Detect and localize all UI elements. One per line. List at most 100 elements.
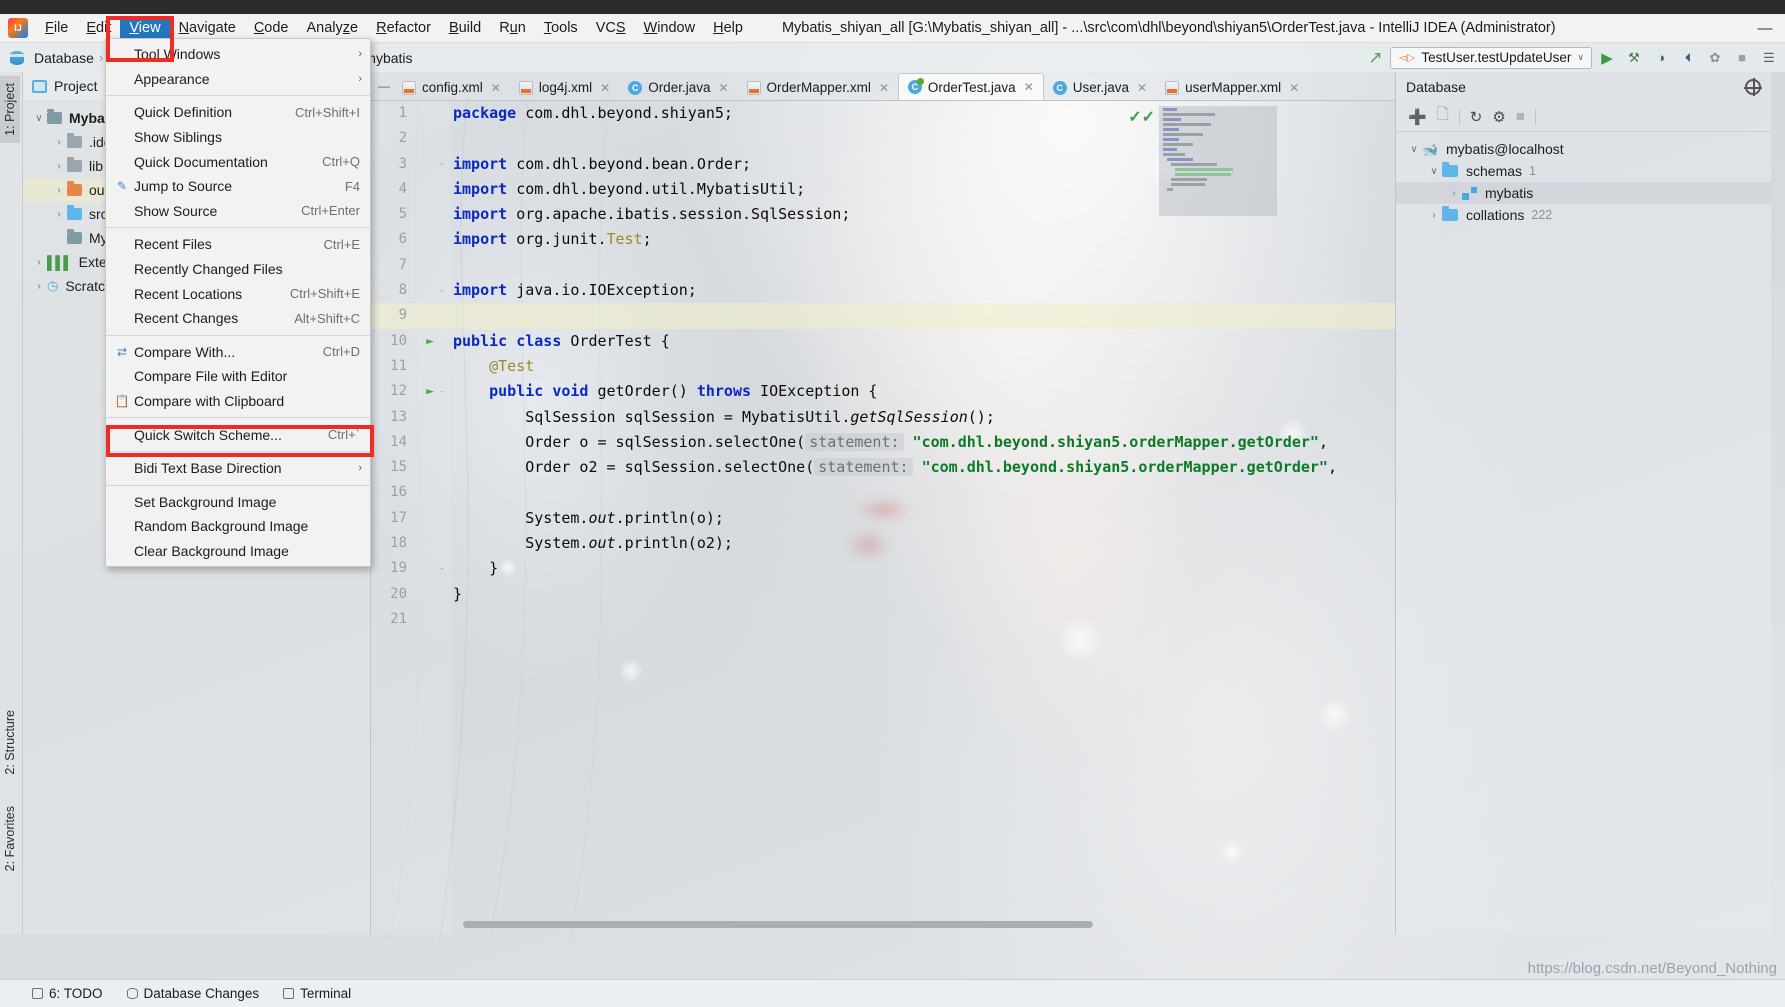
menu-tools[interactable]: Tools — [535, 17, 587, 39]
refresh-icon[interactable]: ↻ — [1470, 108, 1483, 126]
tab-config-xml[interactable]: config.xml ✕ — [393, 75, 510, 100]
chevron-right-icon[interactable]: › — [51, 185, 67, 196]
tab-ordermapper-xml[interactable]: OrderMapper.xml ✕ — [738, 75, 898, 100]
db-node-schemas[interactable]: ∨ schemas 1 — [1396, 160, 1771, 182]
debug-button[interactable]: ⚒ — [1622, 46, 1646, 70]
code-editor[interactable]: 1 package com.dhl.beyond.shiyan5; 2 3 import… — [371, 101, 1395, 934]
statusbar-database-changes[interactable]: Database Changes — [126, 986, 259, 1001]
code-line[interactable]: 16 — [371, 480, 1395, 505]
tab-order-java[interactable]: C Order.java ✕ — [619, 75, 737, 100]
menu-analyze[interactable]: Analyze — [298, 17, 368, 39]
menu-item-compare-with-clipboard[interactable]: 📋 Compare with Clipboard — [106, 389, 370, 414]
tab-ordertest-java[interactable]: C OrderTest.java ✕ — [897, 73, 1044, 100]
menu-item-recently-changed-files[interactable]: Recently Changed Files — [106, 257, 370, 282]
code-fold-icon[interactable]: - — [437, 159, 447, 169]
chevron-down-icon[interactable]: ∨ — [31, 113, 47, 124]
menu-build[interactable]: Build — [440, 17, 490, 39]
menu-item-quick-documentation[interactable]: Quick Documentation Ctrl+Q — [106, 149, 370, 174]
code-line[interactable]: 12 ► public void getOrder() throws IOExce… — [371, 379, 1395, 404]
close-icon[interactable]: ✕ — [1024, 80, 1034, 94]
code-line[interactable]: 20} — [371, 582, 1395, 607]
menu-item-appearance[interactable]: Appearance › — [106, 67, 370, 92]
close-icon[interactable]: ✕ — [1289, 81, 1299, 95]
code-line[interactable]: 15 Order o2 = sqlSession.selectOne(state… — [371, 455, 1395, 480]
breadcrumb-database[interactable]: Database › — [30, 50, 112, 66]
menu-item-recent-changes[interactable]: Recent Changes Alt+Shift+C — [106, 306, 370, 331]
minimize-button[interactable]: — — [1751, 17, 1779, 41]
tool-button-favorites[interactable]: 2: Favorites — [0, 799, 20, 878]
menu-item-show-source[interactable]: Show Source Ctrl+Enter — [106, 199, 370, 224]
db-node-connection[interactable]: ∨ 🐋 mybatis@localhost — [1396, 138, 1771, 160]
menu-refactor[interactable]: Refactor — [367, 17, 440, 39]
code-line[interactable]: 17 System.out.println(o); — [371, 506, 1395, 531]
chevron-right-icon[interactable]: › — [31, 281, 47, 292]
menu-run[interactable]: Run — [490, 17, 535, 39]
chevron-right-icon[interactable]: › — [51, 137, 67, 148]
chevron-right-icon[interactable]: › — [1426, 210, 1442, 221]
menu-item-recent-files[interactable]: Recent Files Ctrl+E — [106, 232, 370, 257]
menu-file[interactable]: File — [36, 17, 77, 39]
tab-user-java[interactable]: C User.java ✕ — [1044, 75, 1156, 100]
statusbar-todo[interactable]: 6: TODO — [32, 986, 103, 1001]
build-hammer-icon[interactable]: ↗ — [1363, 46, 1387, 70]
editor-minimap[interactable] — [1159, 106, 1277, 216]
menu-item-quick-definition[interactable]: Quick Definition Ctrl+Shift+I — [106, 100, 370, 125]
menu-view[interactable]: View — [120, 17, 170, 39]
menu-item-quick-switch-scheme[interactable]: Quick Switch Scheme... Ctrl+` — [106, 422, 370, 447]
menu-item-jump-to-source[interactable]: ✎ Jump to Source F4 — [106, 174, 370, 199]
chevron-right-icon[interactable]: › — [1446, 188, 1462, 199]
menu-item-recent-locations[interactable]: Recent Locations Ctrl+Shift+E — [106, 281, 370, 306]
stop-button[interactable]: ■ — [1730, 46, 1754, 70]
statusbar-terminal[interactable]: Terminal — [283, 986, 351, 1001]
menu-item-show-siblings[interactable]: Show Siblings — [106, 125, 370, 150]
code-line[interactable]: 11 @Test — [371, 354, 1395, 379]
chevron-right-icon[interactable]: › — [31, 257, 47, 268]
chevron-right-icon[interactable]: › — [51, 209, 67, 220]
code-line[interactable]: 19 } - — [371, 556, 1395, 581]
chevron-down-icon[interactable]: ∨ — [1406, 144, 1422, 155]
menu-code[interactable]: Code — [245, 17, 298, 39]
menu-item-compare-with[interactable]: ⇄ Compare With... Ctrl+D — [106, 340, 370, 365]
code-line[interactable]: 18 System.out.println(o2); — [371, 531, 1395, 556]
menu-item-bidi-text-base-direction[interactable]: Bidi Text Base Direction › — [106, 456, 370, 481]
run-configuration-selector[interactable]: ◅▷ TestUser.testUpdateUser ∨ — [1390, 46, 1592, 69]
run-test-gutter-icon[interactable]: ► — [415, 329, 445, 354]
code-line[interactable]: 8 import java.io.IOException; - — [371, 278, 1395, 303]
close-icon[interactable]: ✕ — [600, 81, 610, 95]
menu-navigate[interactable]: Navigate — [170, 17, 245, 39]
menu-item-tool-windows[interactable]: Tool Windows › — [106, 42, 370, 67]
close-icon[interactable]: ✕ — [491, 81, 501, 95]
code-line[interactable]: 21 — [371, 607, 1395, 632]
stop-icon[interactable]: ■ — [1516, 108, 1525, 125]
code-line[interactable]: 6 import org.junit.Test; — [371, 227, 1395, 252]
menu-vcs[interactable]: VCS — [587, 17, 635, 39]
menu-item-compare-file-with-editor[interactable]: Compare File with Editor — [106, 364, 370, 389]
close-icon[interactable]: ✕ — [1137, 81, 1147, 95]
db-node-collations[interactable]: › collations 222 — [1396, 204, 1771, 226]
code-line[interactable]: 7 — [371, 253, 1395, 278]
horizontal-scrollbar[interactable] — [463, 921, 1093, 928]
run-with-coverage-button[interactable]: ◑ — [1649, 46, 1673, 70]
code-line[interactable]: 13 SqlSession sqlSession = MybatisUtil.g… — [371, 405, 1395, 430]
menu-help[interactable]: Help — [704, 17, 752, 39]
run-button[interactable]: ▶ — [1595, 46, 1619, 70]
layout-button[interactable]: ☰ — [1757, 46, 1781, 70]
tool-button-project[interactable]: 1: Project — [0, 76, 20, 143]
menu-window[interactable]: Window — [635, 17, 705, 39]
menu-item-set-background-image[interactable]: Set Background Image — [106, 490, 370, 515]
menu-item-clear-background-image[interactable]: Clear Background Image — [106, 539, 370, 564]
copy-icon[interactable]: 🗋 — [1437, 104, 1449, 129]
close-icon[interactable]: ✕ — [718, 81, 728, 95]
code-line[interactable]: 10 ► public class OrderTest { — [371, 329, 1395, 354]
close-icon[interactable]: ✕ — [879, 81, 889, 95]
chevron-right-icon[interactable]: › — [51, 161, 67, 172]
add-icon[interactable]: ➕ — [1408, 108, 1427, 126]
menu-edit[interactable]: Edit — [77, 17, 120, 39]
view-menu-dropdown[interactable]: Tool Windows › Appearance › Quick Definition… — [105, 38, 371, 568]
code-fold-icon[interactable]: - — [437, 564, 447, 574]
code-fold-icon[interactable]: - — [437, 286, 447, 296]
tab-list-toggle[interactable]: — — [375, 71, 393, 100]
attach-process-button[interactable]: ✿ — [1703, 46, 1727, 70]
chevron-down-icon[interactable]: ∨ — [1426, 166, 1442, 177]
code-line[interactable]: 9 — [371, 303, 1395, 329]
